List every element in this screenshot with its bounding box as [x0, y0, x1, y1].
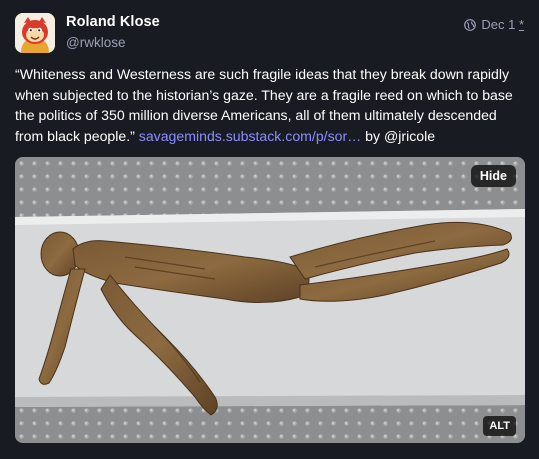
cartoon-avatar-icon [15, 13, 55, 53]
hide-media-button[interactable]: Hide [470, 165, 516, 187]
media-attachment[interactable]: Hide ALT [15, 157, 525, 443]
post-date: Dec 1 [481, 17, 516, 32]
account-handle[interactable]: @rwklose [66, 35, 125, 50]
post-content: “Whiteness and Westerness are such fragi… [15, 64, 525, 146]
post-meta: Dec 1 * [464, 17, 524, 32]
display-name[interactable]: Roland Klose [66, 14, 160, 30]
status-post: Roland Klose @rwklose Dec 1 * “Whiteness… [0, 0, 539, 459]
post-date-link[interactable]: Dec 1 * [481, 17, 524, 32]
post-attribution[interactable]: by @jricole [365, 128, 435, 144]
globe-icon [464, 18, 477, 31]
avatar[interactable] [15, 13, 55, 53]
mummy-photo [15, 157, 525, 443]
post-link[interactable]: savageminds.substack.com/p/sor… [139, 128, 361, 144]
alt-text-button[interactable]: ALT [483, 416, 516, 436]
edited-mark: * [518, 17, 524, 32]
